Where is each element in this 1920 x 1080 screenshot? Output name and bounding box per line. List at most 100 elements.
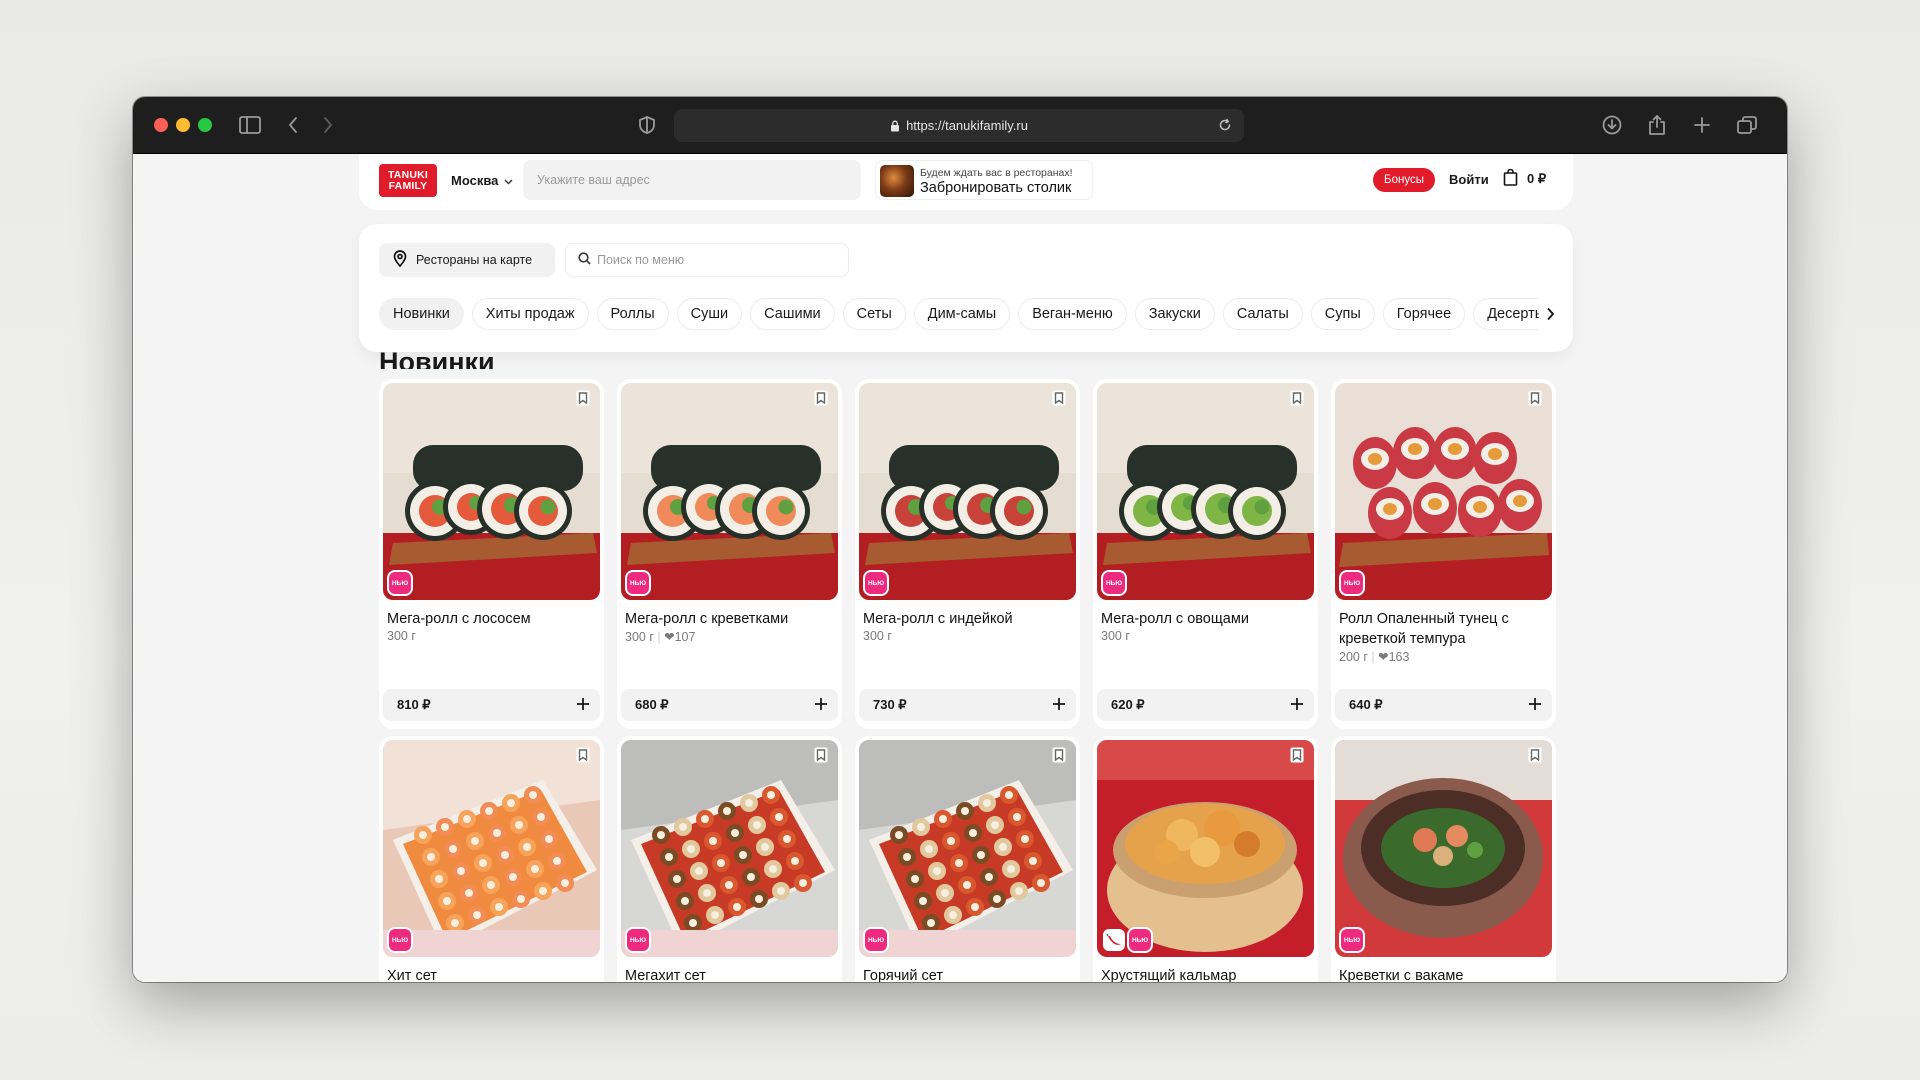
restaurants-map-button[interactable]: Рестораны на карте (379, 243, 555, 277)
back-icon[interactable] (283, 113, 303, 137)
product-image[interactable] (383, 383, 600, 600)
product-card[interactable]: НЬЮ Креветки с вакаме (1331, 736, 1556, 982)
product-name[interactable]: Горячий сет (863, 966, 1073, 982)
category-tab[interactable]: Суши (676, 298, 743, 330)
new-badge: НЬЮ (1103, 572, 1125, 594)
product-name[interactable]: Мега-ролл с индейкой (863, 609, 1073, 629)
new-badge: НЬЮ (1341, 572, 1363, 594)
bookmark-icon[interactable] (1526, 389, 1544, 407)
category-tab[interactable]: Салаты (1222, 298, 1303, 330)
product-image[interactable] (621, 740, 838, 957)
category-tab[interactable]: Новинки (379, 298, 464, 330)
forward-icon[interactable] (318, 113, 338, 137)
privacy-shield-icon[interactable] (637, 113, 657, 137)
product-card[interactable]: НЬЮ Горячий сет (855, 736, 1080, 982)
product-card[interactable]: НЬЮ Мега-ролл с индейкой 300 г 730 ₽ (855, 379, 1080, 729)
category-tab[interactable]: Сашими (750, 298, 835, 330)
category-tab[interactable]: Роллы (596, 298, 669, 330)
menu-search-input[interactable]: Поиск по меню (565, 243, 849, 277)
add-to-cart-button[interactable]: 620 ₽ (1097, 689, 1314, 721)
zoom-window-button[interactable] (198, 118, 212, 132)
product-price: 810 ₽ (397, 697, 431, 712)
url-text: https://tanukifamily.ru (906, 118, 1028, 133)
page-viewport: TANUKI FAMILY Москва Укажите ваш адрес Б… (133, 154, 1787, 982)
bookmark-icon[interactable] (1288, 389, 1306, 407)
bookmark-icon[interactable] (1526, 746, 1544, 764)
close-window-button[interactable] (154, 118, 168, 132)
add-to-cart-button[interactable]: 730 ₽ (859, 689, 1076, 721)
bonus-button[interactable]: Бонусы (1373, 168, 1435, 192)
map-pin-icon (393, 250, 407, 270)
login-button[interactable]: Войти (1449, 172, 1489, 187)
product-image[interactable] (1097, 740, 1314, 957)
chevron-right-icon[interactable] (1540, 302, 1560, 326)
product-meta: 300 г (1101, 629, 1130, 643)
category-tab[interactable]: Дим-самы (913, 298, 1011, 330)
category-tab[interactable]: Сеты (842, 298, 906, 330)
city-selector[interactable]: Москва (451, 173, 513, 188)
product-card[interactable]: НЬЮ Мега-ролл с лососем 300 г 810 ₽ (379, 379, 604, 729)
tanuki-logo[interactable]: TANUKI FAMILY (379, 164, 437, 197)
sidebar-toggle-icon[interactable] (238, 113, 262, 137)
reserve-table-banner[interactable]: Будем ждать вас в ресторанах! Заброниров… (875, 160, 1093, 200)
product-name[interactable]: Креветки с вакаме (1339, 966, 1549, 982)
category-tab[interactable]: Хиты продаж (471, 298, 589, 330)
bookmark-icon[interactable] (1050, 746, 1068, 764)
product-name[interactable]: Ролл Опаленный тунец с креветкой темпура (1339, 609, 1549, 649)
product-badges: НЬЮ (389, 572, 411, 594)
product-badges: НЬЮ (865, 572, 887, 594)
reserve-subtitle: Будем ждать вас в ресторанах! (920, 167, 1073, 179)
downloads-icon[interactable] (1600, 113, 1624, 137)
product-image[interactable] (1335, 383, 1552, 600)
product-image[interactable] (383, 740, 600, 957)
new-tab-icon[interactable] (1690, 113, 1714, 137)
product-image[interactable] (859, 740, 1076, 957)
new-badge: НЬЮ (1341, 929, 1363, 951)
address-input[interactable]: Укажите ваш адрес (523, 160, 861, 200)
category-tab[interactable]: Десерты (1473, 298, 1539, 330)
product-image[interactable] (859, 383, 1076, 600)
bookmark-icon[interactable] (1050, 389, 1068, 407)
product-weight: 200 г (1339, 650, 1368, 664)
product-card[interactable]: НЬЮ Мегахит сет (617, 736, 842, 982)
product-badges: НЬЮ (627, 929, 649, 951)
bookmark-icon[interactable] (812, 746, 830, 764)
address-bar[interactable]: https://tanukifamily.ru (674, 109, 1244, 142)
product-name[interactable]: Хит сет (387, 966, 597, 982)
category-tabs: Новинки Хиты продаж Роллы Суши Сашими Сеты Дим… (379, 298, 1539, 330)
product-image[interactable] (1097, 383, 1314, 600)
minimize-window-button[interactable] (176, 118, 190, 132)
product-name[interactable]: Мега-ролл с овощами (1101, 609, 1311, 629)
category-tab[interactable]: Закуски (1134, 298, 1215, 330)
product-card[interactable]: НЬЮ Ролл Опаленный тунец с креветкой тем… (1331, 379, 1556, 729)
add-to-cart-button[interactable]: 810 ₽ (383, 689, 600, 721)
product-price: 640 ₽ (1349, 697, 1383, 712)
roll-turkey-image (859, 383, 1076, 600)
bookmark-icon[interactable] (1288, 746, 1306, 764)
site-header: TANUKI FAMILY Москва Укажите ваш адрес Б… (359, 154, 1573, 210)
search-placeholder: Поиск по меню (597, 253, 685, 267)
product-image[interactable] (621, 383, 838, 600)
add-to-cart-button[interactable]: 640 ₽ (1335, 689, 1552, 721)
tab-overview-icon[interactable] (1735, 113, 1759, 137)
bookmark-icon[interactable] (574, 746, 592, 764)
product-card[interactable]: НЬЮ Хит сет (379, 736, 604, 982)
product-card[interactable]: НЬЮ Мега-ролл с овощами 300 г 620 ₽ (1093, 379, 1318, 729)
category-tab[interactable]: Горячее (1382, 298, 1466, 330)
bookmark-icon[interactable] (812, 389, 830, 407)
bookmark-icon[interactable] (574, 389, 592, 407)
category-tab[interactable]: Веган-меню (1018, 298, 1127, 330)
reload-icon[interactable] (1218, 118, 1232, 135)
category-tab[interactable]: Супы (1310, 298, 1375, 330)
cart-button[interactable]: 0 ₽ (1503, 168, 1546, 189)
share-icon[interactable] (1645, 113, 1669, 137)
product-price: 620 ₽ (1111, 697, 1145, 712)
product-image[interactable] (1335, 740, 1552, 957)
add-to-cart-button[interactable]: 680 ₽ (621, 689, 838, 721)
product-name[interactable]: Мега-ролл с креветками (625, 609, 835, 629)
product-card[interactable]: НЬЮ Мега-ролл с креветками 300 г | ❤107 … (617, 379, 842, 729)
product-name[interactable]: Хрустящий кальмар (1101, 966, 1311, 982)
product-name[interactable]: Мега-ролл с лососем (387, 609, 597, 629)
product-name[interactable]: Мегахит сет (625, 966, 835, 982)
product-card[interactable]: НЬЮ Хрустящий кальмар (1093, 736, 1318, 982)
